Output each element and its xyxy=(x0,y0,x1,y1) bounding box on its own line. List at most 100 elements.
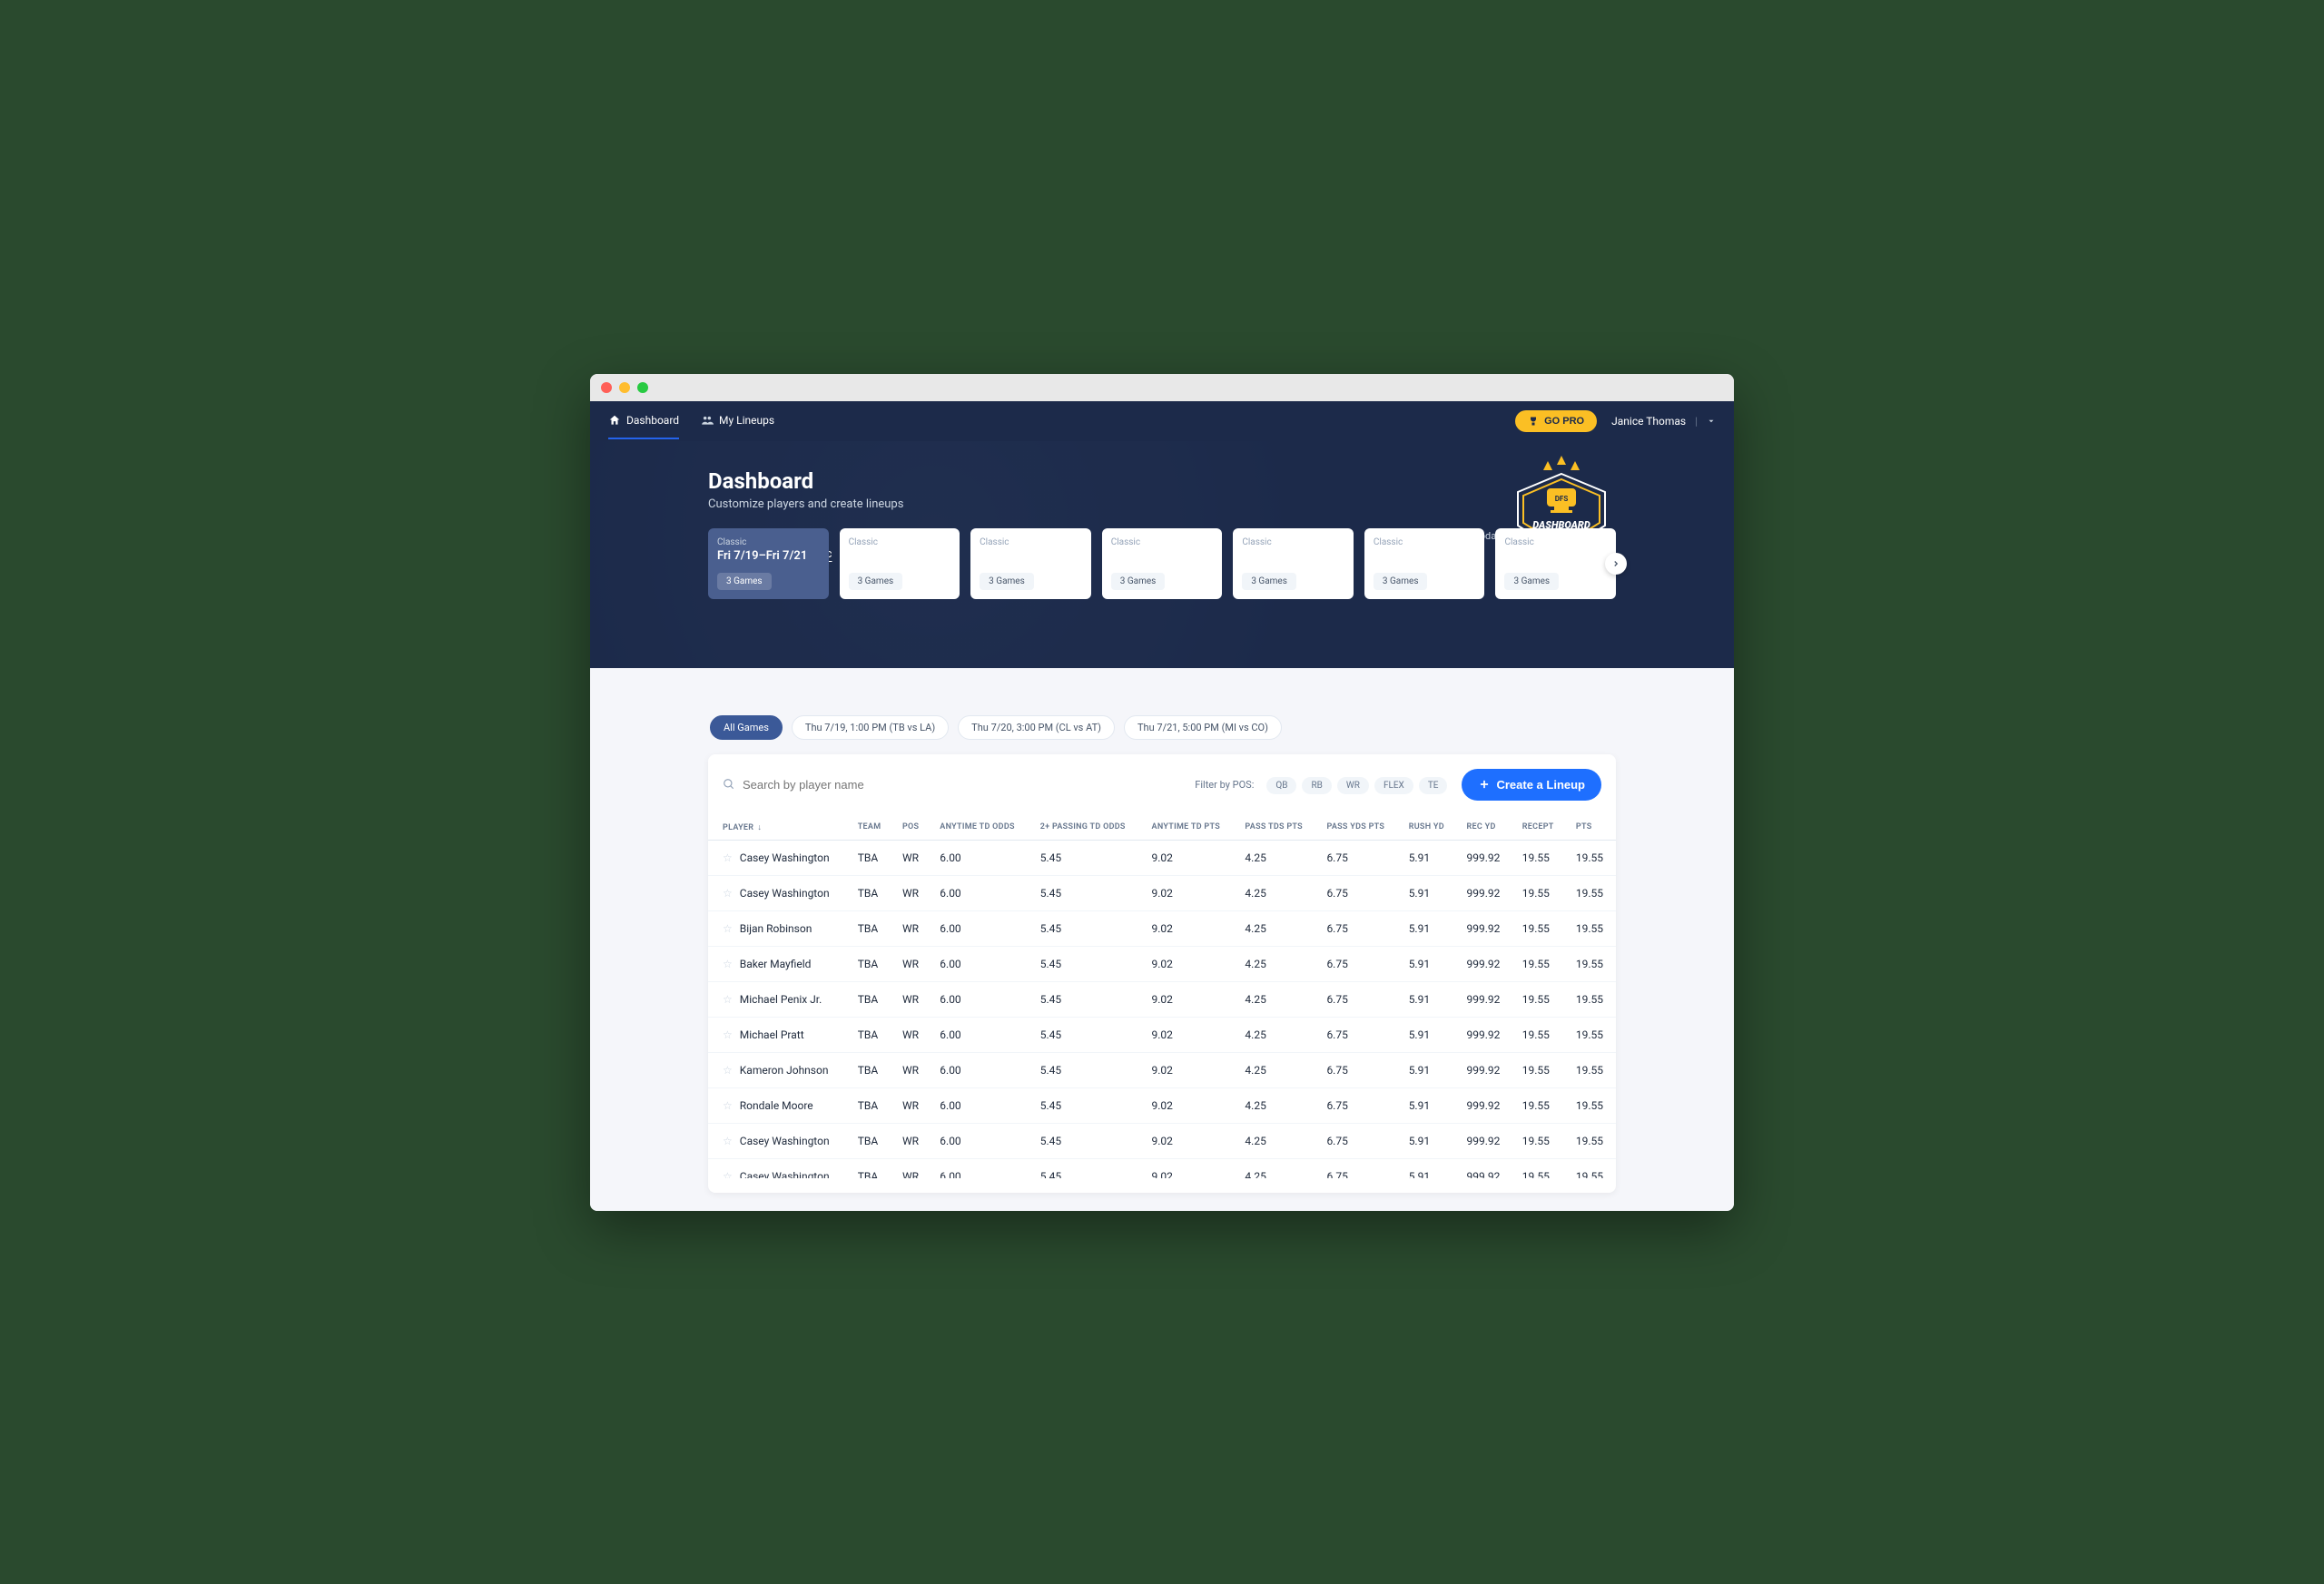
player-pyd-pts: 6.75 xyxy=(1317,910,1399,946)
column-header[interactable]: ANYTIME TD PTS xyxy=(1143,815,1236,841)
search-input[interactable] xyxy=(743,778,942,792)
star-icon[interactable]: ☆ xyxy=(723,1064,733,1077)
svg-text:DFS: DFS xyxy=(1555,495,1569,503)
player-ptd-odds: 5.45 xyxy=(1031,981,1143,1017)
player-pyd-pts: 6.75 xyxy=(1317,1052,1399,1087)
column-header[interactable]: 2+ PASSING TD ODDS xyxy=(1031,815,1143,841)
player-pyd-pts: 6.75 xyxy=(1317,1123,1399,1158)
slate-card[interactable]: ClassicFri 7/19–Fri 7/213 Games xyxy=(1364,528,1485,599)
table-row[interactable]: ☆Baker Mayfield TBA WR 6.00 5.45 9.02 4.… xyxy=(708,946,1616,981)
column-header[interactable]: PTS xyxy=(1567,815,1616,841)
star-icon[interactable]: ☆ xyxy=(723,922,733,935)
player-rush: 5.91 xyxy=(1400,910,1458,946)
star-icon[interactable]: ☆ xyxy=(723,958,733,970)
slate-card-label: Classic xyxy=(1111,537,1214,547)
player-team: TBA xyxy=(849,1158,893,1178)
maximize-window-icon[interactable] xyxy=(637,382,648,393)
player-rush: 5.91 xyxy=(1400,946,1458,981)
column-header[interactable]: REC YD xyxy=(1458,815,1513,841)
player-ptd-pts: 4.25 xyxy=(1236,910,1317,946)
player-ptd-pts: 4.25 xyxy=(1236,875,1317,910)
slate-card-label: Classic xyxy=(980,537,1082,547)
slate-card-label: Classic xyxy=(1374,537,1476,547)
pos-chip[interactable]: FLEX xyxy=(1374,777,1413,794)
table-row[interactable]: ☆Casey Washington TBA WR 6.00 5.45 9.02 … xyxy=(708,1158,1616,1178)
player-atd-odds: 6.00 xyxy=(931,1017,1030,1052)
game-filter-pill[interactable]: Thu 7/20, 3:00 PM (CL vs AT) xyxy=(958,715,1115,740)
game-filters: All Games Thu 7/19, 1:00 PM (TB vs LA) Thu… xyxy=(708,715,1616,740)
close-window-icon[interactable] xyxy=(601,382,612,393)
game-filter-pill[interactable]: Thu 7/19, 1:00 PM (TB vs LA) xyxy=(792,715,949,740)
star-icon[interactable]: ☆ xyxy=(723,993,733,1006)
player-pyd-pts: 6.75 xyxy=(1317,1158,1399,1178)
user-menu[interactable]: Janice Thomas | xyxy=(1611,415,1716,428)
column-header[interactable]: POS xyxy=(893,815,931,841)
player-atd-pts: 9.02 xyxy=(1143,910,1236,946)
pos-chip[interactable]: QB xyxy=(1266,777,1296,794)
slate-card[interactable]: ClassicFri 7/19–Fri 7/213 Games xyxy=(1233,528,1354,599)
player-ptd-odds: 5.45 xyxy=(1031,1087,1143,1123)
player-rec: 999.92 xyxy=(1458,981,1513,1017)
pos-chip[interactable]: TE xyxy=(1419,777,1448,794)
home-icon xyxy=(608,414,621,427)
player-pos: WR xyxy=(893,946,931,981)
column-header[interactable]: RUSH YD xyxy=(1400,815,1458,841)
nav-dashboard[interactable]: Dashboard xyxy=(608,403,679,439)
table-row[interactable]: ☆Casey Washington TBA WR 6.00 5.45 9.02 … xyxy=(708,875,1616,910)
player-pts: 19.55 xyxy=(1567,910,1616,946)
go-pro-button[interactable]: GO PRO xyxy=(1515,410,1597,432)
slate-card-label: Classic xyxy=(849,537,951,547)
slate-next-button[interactable] xyxy=(1605,553,1627,575)
create-lineup-button[interactable]: Create a Lineup xyxy=(1462,769,1601,801)
slate-card-games: 3 Games xyxy=(1242,573,1296,590)
table-row[interactable]: ☆Michael Pratt TBA WR 6.00 5.45 9.02 4.2… xyxy=(708,1017,1616,1052)
column-header[interactable]: PASS TDS PTS xyxy=(1236,815,1317,841)
pos-filter-label: Filter by POS: xyxy=(1195,779,1254,791)
slate-card-label: Classic xyxy=(1242,537,1344,547)
pos-chip[interactable]: RB xyxy=(1302,777,1331,794)
player-recept: 19.55 xyxy=(1513,981,1567,1017)
content: All Games Thu 7/19, 1:00 PM (TB vs LA) Thu… xyxy=(708,715,1616,1211)
slate-card-date: Fri 7/19–Fri 7/21 xyxy=(849,549,951,563)
table-row[interactable]: ☆Rondale Moore TBA WR 6.00 5.45 9.02 4.2… xyxy=(708,1087,1616,1123)
game-filter-pill[interactable]: Thu 7/21, 5:00 PM (MI vs CO) xyxy=(1124,715,1282,740)
slate-card[interactable]: ClassicFri 7/19–Fri 7/213 Games xyxy=(708,528,829,599)
column-header[interactable]: RECEPT xyxy=(1513,815,1567,841)
table-row[interactable]: ☆Casey Washington TBA WR 6.00 5.45 9.02 … xyxy=(708,1123,1616,1158)
table-row[interactable]: ☆Casey Washington TBA WR 6.00 5.45 9.02 … xyxy=(708,840,1616,875)
star-icon[interactable]: ☆ xyxy=(723,1028,733,1041)
column-header[interactable]: PASS YDS PTS xyxy=(1317,815,1399,841)
table-row[interactable]: ☆Bijan Robinson TBA WR 6.00 5.45 9.02 4.… xyxy=(708,910,1616,946)
slate-card[interactable]: ClassicFri 7/19–Fri 7/213 Games xyxy=(840,528,960,599)
player-name: Casey Washington xyxy=(740,1135,830,1147)
player-team: TBA xyxy=(849,981,893,1017)
player-pos: WR xyxy=(893,1123,931,1158)
trophy-icon xyxy=(1528,416,1539,427)
page-title: Dashboard xyxy=(708,468,1616,494)
star-icon[interactable]: ☆ xyxy=(723,851,733,864)
star-icon[interactable]: ☆ xyxy=(723,1135,733,1147)
pos-chip[interactable]: WR xyxy=(1337,777,1369,794)
column-header[interactable]: TEAM xyxy=(849,815,893,841)
player-atd-pts: 9.02 xyxy=(1143,875,1236,910)
slate-card-date: Fri 7/19–Fri 7/21 xyxy=(1374,549,1476,563)
game-filter-pill[interactable]: All Games xyxy=(710,715,783,740)
table-row[interactable]: ☆Michael Penix Jr. TBA WR 6.00 5.45 9.02… xyxy=(708,981,1616,1017)
slate-card[interactable]: ClassicFri 7/19–Fri 7/213 Games xyxy=(970,528,1091,599)
star-icon[interactable]: ☆ xyxy=(723,1170,733,1178)
pos-filter: Filter by POS: QB RB WR FLEX TE xyxy=(1195,779,1447,791)
column-header[interactable]: PLAYER↓ xyxy=(708,815,849,841)
table-row[interactable]: ☆Kameron Johnson TBA WR 6.00 5.45 9.02 4… xyxy=(708,1052,1616,1087)
player-pos: WR xyxy=(893,1158,931,1178)
chevron-down-icon xyxy=(1707,417,1716,426)
slate-card[interactable]: ClassicFri 7/19–Fri 7/213 Games xyxy=(1102,528,1223,599)
table-wrap[interactable]: PLAYER↓TEAMPOSANYTIME TD ODDS2+ PASSING … xyxy=(708,815,1616,1178)
column-header[interactable]: ANYTIME TD ODDS xyxy=(931,815,1030,841)
slate-card[interactable]: ClassicFri 7/19–Fri 7/213 Games xyxy=(1495,528,1616,599)
minimize-window-icon[interactable] xyxy=(619,382,630,393)
star-icon[interactable]: ☆ xyxy=(723,887,733,900)
player-name: Casey Washington xyxy=(740,1170,830,1178)
star-icon[interactable]: ☆ xyxy=(723,1099,733,1112)
player-pts: 19.55 xyxy=(1567,1017,1616,1052)
nav-my-lineups[interactable]: My Lineups xyxy=(701,403,774,439)
